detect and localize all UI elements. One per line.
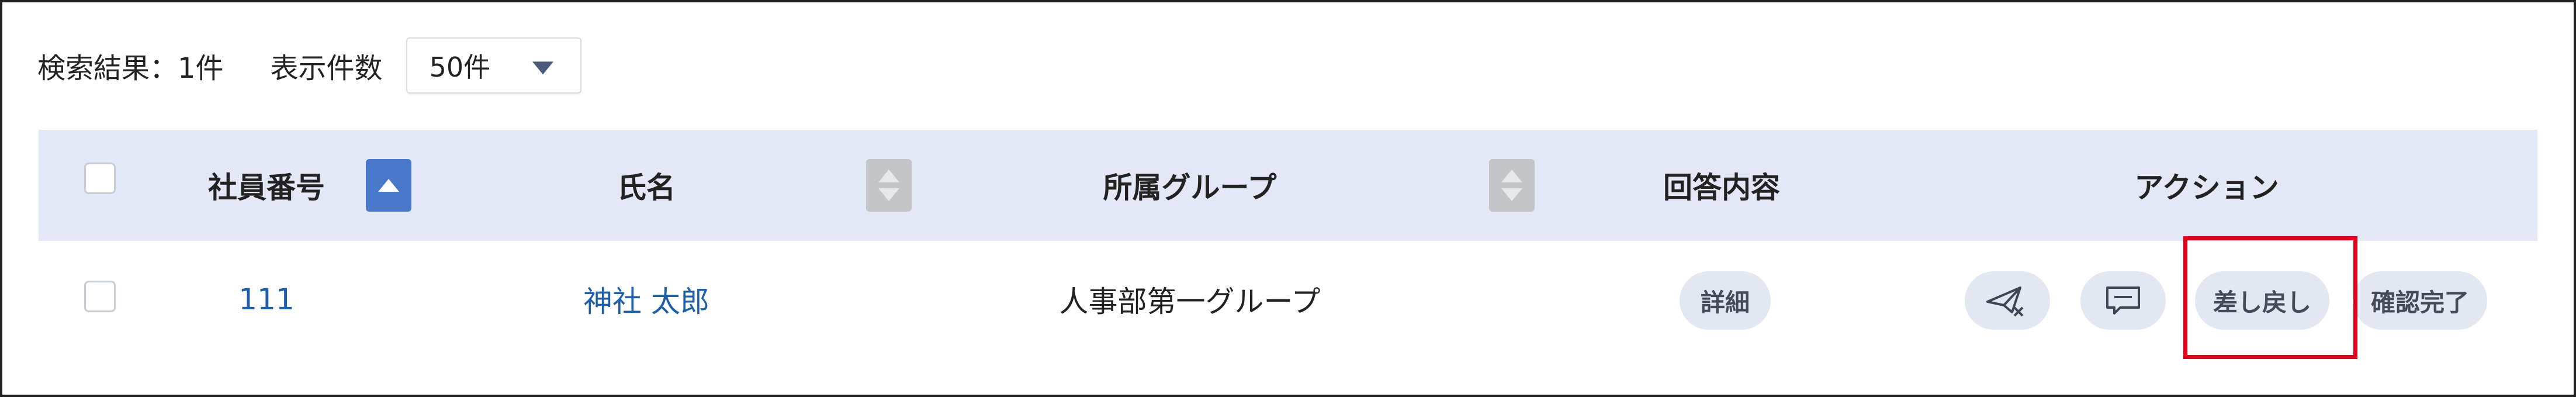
header-answer: 回答内容 [1663, 171, 1780, 205]
sort-name-button[interactable] [866, 159, 912, 212]
sort-up-icon [878, 170, 899, 182]
search-summary: 検索結果：1件 表示件数 50件 [37, 36, 581, 95]
header-name: 氏名 [617, 171, 676, 205]
sort-employee-no-button[interactable] [366, 159, 411, 212]
group-cell: 人事部第一グループ [1059, 285, 1321, 319]
perpage-value: 50件 [429, 51, 491, 83]
perpage-label: 表示件数 [270, 52, 383, 85]
complete-button[interactable]: 確認完了 [2353, 271, 2487, 330]
sort-group-button[interactable] [1489, 159, 1535, 212]
result-count: 検索結果：1件 [37, 52, 224, 85]
header-group: 所属グループ [1103, 171, 1277, 205]
sort-up-icon [1501, 170, 1522, 182]
sort-asc-icon [378, 179, 399, 192]
employee-no-link[interactable]: 111 [238, 282, 294, 316]
select-all-checkbox[interactable] [84, 163, 116, 194]
comment-button[interactable] [2080, 271, 2166, 330]
send-cancel-button[interactable] [1965, 271, 2050, 330]
table-row: 111 神社 太郎 人事部第一グループ 詳細 差し戻し 確認完了 [39, 241, 2537, 358]
chevron-down-icon [532, 61, 553, 75]
perpage-select[interactable]: 50件 [406, 37, 581, 94]
answer-detail-button[interactable]: 詳細 [1680, 271, 1771, 330]
comment-icon [2106, 286, 2140, 315]
sort-down-icon [1501, 188, 1522, 201]
table-header: 社員番号 氏名 所属グループ 回答内容 アクション [39, 130, 2537, 241]
highlight-box [2183, 236, 2357, 359]
header-action: アクション [2134, 171, 2279, 205]
list-panel: 検索結果：1件 表示件数 50件 社員番号 氏名 所属グループ 回答内容 アクシ… [0, 0, 2576, 397]
header-employee-no: 社員番号 [208, 171, 325, 205]
paper-plane-x-icon [1986, 286, 2024, 317]
row-checkbox[interactable] [84, 281, 116, 312]
sort-down-icon [878, 188, 899, 201]
employee-table: 社員番号 氏名 所属グループ 回答内容 アクション 111 神社 太郎 人事部第… [39, 130, 2537, 358]
employee-name-link[interactable]: 神社 太郎 [583, 278, 709, 320]
